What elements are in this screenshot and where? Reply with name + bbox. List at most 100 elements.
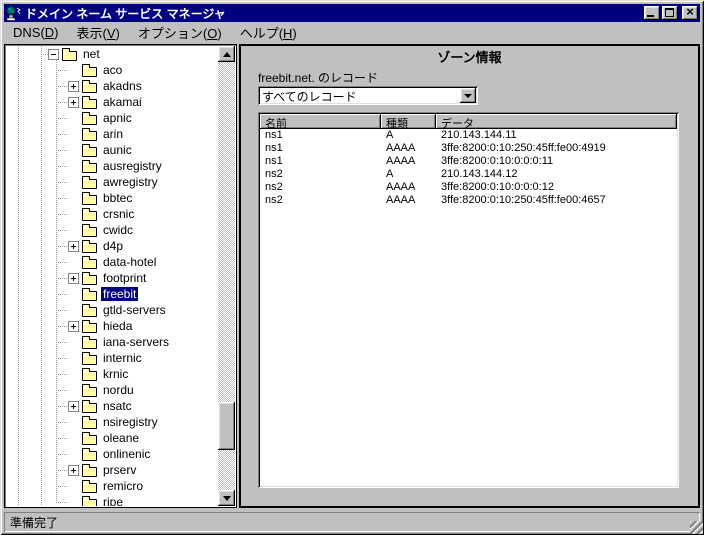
maximize-button[interactable] [662, 6, 678, 20]
record-type: AAAA [381, 155, 436, 168]
expand-plus-icon[interactable] [68, 241, 79, 252]
tree-item-awregistry[interactable]: awregistry [6, 174, 218, 190]
record-data: 3ffe:8200:0:10:0:0:0:11 [436, 155, 677, 168]
record-row[interactable]: ns1 A 210.143.144.11 [260, 129, 677, 142]
folder-icon [82, 243, 97, 253]
tree-item-label: nsatc [101, 399, 134, 413]
folder-icon [82, 387, 97, 397]
tree-connector [56, 454, 68, 455]
tree-item-internic[interactable]: internic [6, 350, 218, 366]
status-bar: 準備完了 [4, 512, 700, 532]
tree-item-remicro[interactable]: remicro [6, 478, 218, 494]
column-header-name[interactable]: 名前 [260, 114, 381, 129]
tree-connector [56, 166, 68, 167]
expand-plus-icon[interactable] [68, 97, 79, 108]
tree-item-prserv[interactable]: prserv [6, 462, 218, 478]
tree-item-footprint[interactable]: footprint [6, 270, 218, 286]
tree-connector [56, 326, 68, 327]
tree-item-label: nordu [101, 383, 136, 397]
record-type: AAAA [381, 194, 436, 207]
folder-icon [82, 115, 97, 125]
tree-item-aco[interactable]: aco [6, 62, 218, 78]
menu-view[interactable]: 表示(V) [68, 22, 129, 43]
tree-item-apnic[interactable]: apnic [6, 110, 218, 126]
record-row[interactable]: ns1 AAAA 3ffe:8200:0:10:250:45ff:fe00:49… [260, 142, 677, 155]
resize-grip[interactable] [690, 521, 703, 534]
folder-icon [82, 163, 97, 173]
expand-plus-icon[interactable] [68, 273, 79, 284]
record-data: 210.143.144.11 [436, 129, 677, 142]
folder-icon [82, 339, 97, 349]
tree-item-ausregistry[interactable]: ausregistry [6, 158, 218, 174]
tree-item-oleane[interactable]: oleane [6, 430, 218, 446]
collapse-minus-icon[interactable] [48, 49, 59, 60]
record-name: ns1 [260, 142, 381, 155]
dropdown-button[interactable] [460, 88, 476, 103]
tree-item-ripe[interactable]: ripe [6, 494, 218, 506]
column-header-data[interactable]: データ [436, 114, 677, 129]
expand-plus-icon[interactable] [68, 81, 79, 92]
close-button[interactable] [682, 6, 698, 20]
tree-item-label: footprint [101, 271, 148, 285]
tree-item-krnic[interactable]: krnic [6, 366, 218, 382]
tree-item-iana-servers[interactable]: iana-servers [6, 334, 218, 350]
tree-item-nsatc[interactable]: nsatc [6, 398, 218, 414]
app-window: ドメイン ネーム サービス マネージャ DNS(D) 表示(V) オプション(O… [0, 0, 704, 535]
folder-icon [82, 403, 97, 413]
expand-plus-icon[interactable] [68, 401, 79, 412]
tree-item-label: akadns [101, 79, 144, 93]
tree-item-data-hotel[interactable]: data-hotel [6, 254, 218, 270]
menu-help[interactable]: ヘルプ(H) [231, 22, 306, 43]
expand-plus-icon[interactable] [68, 321, 79, 332]
scroll-up-button[interactable] [218, 46, 235, 62]
column-header-type[interactable]: 種類 [381, 114, 436, 129]
tree-item-akadns[interactable]: akadns [6, 78, 218, 94]
tree-item-freebit[interactable]: freebit [6, 286, 218, 302]
tree-item-label: akamai [101, 95, 144, 109]
menu-dns[interactable]: DNS(D) [4, 24, 68, 41]
window-title: ドメイン ネーム サービス マネージャ [25, 5, 644, 22]
record-row[interactable]: ns1 AAAA 3ffe:8200:0:10:0:0:0:11 [260, 155, 677, 168]
tree-connector [56, 214, 68, 215]
record-filter-dropdown[interactable]: すべてのレコード [258, 86, 478, 105]
tree-connector [56, 358, 68, 359]
tree-connector [56, 406, 68, 407]
scroll-down-button[interactable] [218, 490, 235, 506]
minimize-button[interactable] [644, 6, 660, 20]
record-row[interactable]: ns2 AAAA 3ffe:8200:0:10:0:0:0:12 [260, 181, 677, 194]
record-row[interactable]: ns2 A 210.143.144.12 [260, 168, 677, 181]
folder-icon [82, 83, 97, 93]
tree-connector [56, 86, 68, 87]
tree-connector [56, 134, 68, 135]
tree-item-arin[interactable]: arin [6, 126, 218, 142]
expand-plus-icon[interactable] [68, 465, 79, 476]
tree-item-gtld-servers[interactable]: gtld-servers [6, 302, 218, 318]
zone-info-pane: ゾーン情報 freebit.net. のレコード すべてのレコード 名前 種類 … [239, 44, 700, 508]
arrow-down-icon [223, 496, 231, 501]
tree-item-akamai[interactable]: akamai [6, 94, 218, 110]
folder-icon [82, 259, 97, 269]
dns-manager-icon[interactable] [6, 6, 22, 21]
tree-item-crsnic[interactable]: crsnic [6, 206, 218, 222]
tree-item-nordu[interactable]: nordu [6, 382, 218, 398]
tree-item-hieda[interactable]: hieda [6, 318, 218, 334]
scrollbar-thumb[interactable] [218, 402, 235, 450]
tree-item-cwidc[interactable]: cwidc [6, 222, 218, 238]
tree-item-label: onlinenic [101, 447, 152, 461]
tree-vertical-scrollbar[interactable] [218, 46, 235, 506]
record-row[interactable]: ns2 AAAA 3ffe:8200:0:10:250:45ff:fe00:46… [260, 194, 677, 207]
records-table: 名前 種類 データ ns1 A 210.143.144.11 ns1 AAAA … [258, 112, 679, 488]
tree-item-label: oleane [101, 431, 141, 445]
record-name: ns2 [260, 194, 381, 207]
tree-connector [56, 422, 68, 423]
tree-item-label: net [81, 47, 102, 61]
tree-item-net[interactable]: net [6, 46, 218, 62]
tree-item-nsiregistry[interactable]: nsiregistry [6, 414, 218, 430]
tree-item-onlinenic[interactable]: onlinenic [6, 446, 218, 462]
tree-item-bbtec[interactable]: bbtec [6, 190, 218, 206]
tree-item-aunic[interactable]: aunic [6, 142, 218, 158]
tree-connector [56, 198, 68, 199]
record-data: 210.143.144.12 [436, 168, 677, 181]
menu-options[interactable]: オプション(O) [129, 22, 231, 43]
tree-item-d4p[interactable]: d4p [6, 238, 218, 254]
